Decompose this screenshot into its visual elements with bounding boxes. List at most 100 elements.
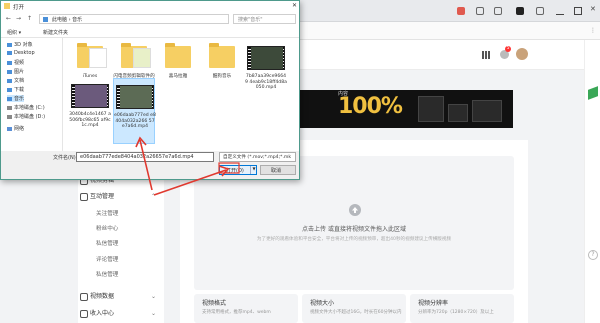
chevron-down-icon: ⌄	[150, 310, 156, 317]
nav-item-video-data[interactable]: 视频数据 ⌄	[78, 290, 164, 304]
music-icon	[43, 17, 48, 22]
promo-image	[418, 96, 444, 122]
nav-item-fans[interactable]: 粉丝中心	[78, 222, 164, 236]
folder-icon	[121, 43, 151, 68]
search-input[interactable]: 搜索"音乐"	[233, 14, 296, 24]
video-thumbnail-icon	[247, 46, 285, 70]
nav-label: 评论管理	[96, 257, 119, 263]
nav-item-messages[interactable]: 私信管理	[78, 237, 164, 251]
close-icon[interactable]: ✕	[292, 2, 297, 9]
notification-badge: 5	[505, 46, 511, 52]
desktop-icon	[7, 50, 12, 55]
filename-input[interactable]: e06daab777ede8404a032a26657e7a6d.mp4	[76, 152, 214, 162]
requirement-desc: 支持常用格式，推荐mp4、webm	[202, 310, 271, 315]
apps-grid-icon[interactable]	[482, 51, 490, 59]
search-placeholder: 搜索"音乐"	[238, 17, 263, 23]
download-icon[interactable]	[536, 7, 544, 15]
tree-item[interactable]: 下载	[7, 86, 24, 93]
open-button-label: 打开(O)	[226, 168, 244, 174]
tree-label: 本地磁盘 (C:)	[14, 105, 45, 111]
grid-icon[interactable]	[494, 7, 502, 15]
folder-icon	[77, 43, 107, 68]
nav-item-income[interactable]: 收入中心 ⌄	[78, 307, 164, 321]
tree-item[interactable]: 本地磁盘 (D:)	[7, 113, 45, 120]
chevron-down-icon[interactable]: ▼	[250, 166, 257, 174]
file-name: 3040b4c4e1467 a506fbc98c65 af9c1c.mp4	[69, 112, 111, 129]
up-icon[interactable]: ↑	[27, 15, 32, 22]
file-name: 7b87aa39ce96649 4eab9c18ff4d8a050.mp4	[245, 74, 287, 91]
film-strip	[72, 85, 75, 107]
shield-icon[interactable]	[516, 7, 524, 15]
requirement-format: 视频格式 支持常用格式，推荐mp4、webm	[194, 294, 298, 323]
tree-label: 本地磁盘 (D:)	[14, 114, 46, 120]
cancel-button[interactable]: 取消	[260, 165, 296, 175]
close-tab-icon[interactable]	[457, 7, 465, 15]
requirement-desc: 分辨率为720p（1280×720）及以上	[418, 310, 494, 315]
forward-icon[interactable]: →	[16, 15, 21, 22]
video-icon	[7, 60, 12, 65]
music-icon	[7, 96, 12, 101]
right-floating-bar: ?	[584, 40, 600, 323]
tree-item[interactable]: 文档	[7, 77, 24, 84]
address-bar[interactable]: 此电脑 › 音乐	[39, 14, 229, 24]
promo-banner[interactable]: 内容 100%	[298, 90, 513, 128]
filename-label: 文件名(N):	[53, 155, 78, 161]
drive-icon	[7, 105, 12, 110]
tree-item[interactable]: Desktop	[7, 50, 35, 56]
help-icon[interactable]: ?	[588, 250, 598, 260]
cancel-button-label: 取消	[271, 168, 282, 174]
minimize-icon[interactable]	[556, 7, 564, 15]
film-strip	[152, 86, 153, 108]
nav-item-messages-2[interactable]: 私信管理	[78, 268, 164, 282]
tree-label: 网络	[14, 126, 25, 132]
promo-image	[472, 100, 502, 122]
requirement-size: 视频大小 视频文件大小不超过16G，时长在60分钟以内	[302, 294, 406, 323]
tree-item[interactable]: 本地磁盘 (C:)	[7, 104, 45, 111]
filetype-select[interactable]: 自定义文件 (*.mov;*.mp4;*.mk	[219, 152, 296, 162]
film-strip	[117, 86, 120, 108]
tree-label: 音乐	[14, 96, 25, 102]
back-icon[interactable]: ←	[6, 15, 11, 22]
dialog-titlebar[interactable]: 打开 ✕	[1, 1, 299, 12]
picture-icon	[7, 69, 12, 74]
video-thumbnail-icon	[116, 85, 154, 109]
address-path: 此电脑 › 音乐	[52, 17, 83, 23]
maximize-icon[interactable]	[574, 7, 582, 15]
requirement-title: 视频格式	[202, 300, 227, 307]
dialog-footer: 文件名(N): e06daab777ede8404a032a26657e7a6d…	[1, 151, 299, 179]
upload-hint: 点击上传 或直接将视频文件拖入此区域	[302, 226, 406, 233]
requirement-title: 视频分辨率	[418, 300, 449, 307]
nav-item-follow[interactable]: 关注管理	[78, 207, 164, 221]
file-list: iTunes 闪电音频剪辑软件的文件 喜马拉雅 酷狗音乐 7b87aa39ce9…	[63, 38, 299, 151]
open-button[interactable]: 打开(O) ▼	[219, 165, 257, 175]
promo-image	[448, 104, 468, 122]
extensions-icon[interactable]	[476, 7, 484, 15]
upload-subhint: 为了更好的观看体验和平台安全，平台将对上传的视频预审，超出40秒的视频建议上传横…	[256, 237, 452, 242]
close-window-icon[interactable]: ✕	[590, 5, 598, 13]
new-folder-button[interactable]: 新建文件夹	[43, 29, 68, 36]
file-item-selected[interactable]: e06daab777ed e8404a032a266 57e7a6d.mp4	[113, 78, 156, 144]
dialog-command-bar: 组织 ▾ 新建文件夹	[1, 27, 299, 38]
tree-item[interactable]: 网络	[7, 125, 24, 132]
tree-label: 下载	[14, 87, 25, 93]
tree-item-selected[interactable]: 音乐	[7, 95, 25, 102]
tree-item[interactable]: 3D 对象	[7, 41, 33, 48]
folder-icon	[165, 43, 191, 68]
tree-label: Desktop	[14, 50, 35, 56]
dialog-title: 打开	[13, 5, 25, 11]
file-name: e06daab777ed e8404a032a266 57e7a6d.mp4	[114, 113, 156, 130]
file-name: 喜马拉雅	[168, 74, 188, 79]
dialog-navbar: ← → ↑ 此电脑 › 音乐 搜索"音乐"	[1, 12, 299, 27]
filename-value: e06daab777ede8404a032a26657e7a6d.mp4	[80, 154, 194, 160]
avatar[interactable]	[516, 48, 528, 60]
organize-button[interactable]: 组织 ▾	[7, 29, 21, 36]
nav-item-comments[interactable]: 评论管理	[78, 253, 164, 267]
menu-icon[interactable]: ⋮	[590, 27, 596, 34]
assistant-icon[interactable]	[588, 86, 598, 100]
file-name: iTunes	[82, 74, 98, 79]
tree-item[interactable]: 图片	[7, 68, 24, 75]
nav-item-interaction[interactable]: 互动管理 ⌃	[78, 190, 164, 204]
folder-tree: 3D 对象 Desktop 视频 图片 文档 下载 音乐 本地磁盘 (C:) 本…	[1, 38, 63, 151]
tree-item[interactable]: 视频	[7, 59, 24, 66]
chat-icon	[80, 193, 88, 201]
